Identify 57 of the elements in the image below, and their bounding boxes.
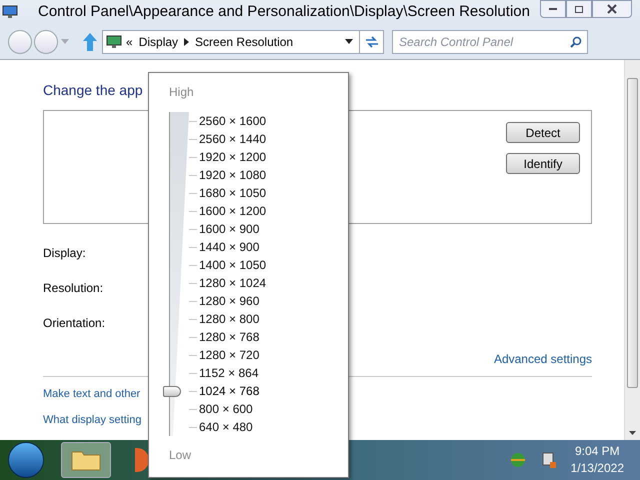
resolution-option[interactable]: 1280 × 768 [199,328,260,346]
close-icon [607,4,617,14]
back-button[interactable] [8,30,32,54]
scroll-down-arrow-icon[interactable] [629,431,636,435]
page-heading: Change the app [43,81,143,100]
scrollbar[interactable] [624,60,640,440]
low-label: Low [169,447,192,464]
monitor-icon [106,34,122,48]
help-link[interactable]: What display setting [43,412,142,428]
start-button[interactable] [8,442,44,478]
folder-icon [71,449,101,471]
scrollbar-thumb[interactable] [627,78,638,388]
close-button[interactable] [592,0,632,18]
breadcrumb-arrow-icon[interactable] [184,38,190,46]
breadcrumb[interactable]: Screen Resolution [195,32,294,50]
breadcrumb[interactable]: Display [138,32,178,50]
resolution-option[interactable]: 1920 × 1200 [199,148,266,166]
taskbar-time[interactable]: 9:04 PM [574,443,620,460]
window-title: Control Panel\Appearance and Personalization\Display\Screen Resolution [38,2,530,22]
taskbar-date[interactable]: 1/13/2022 [570,460,624,477]
dropdown-arrow-icon[interactable] [345,39,353,44]
resolution-option[interactable]: 1280 × 1024 [199,274,266,292]
address-bar[interactable]: « Display Screen Resolution [102,30,384,54]
panel-button[interactable]: Identify [506,153,580,174]
resolution-option[interactable]: 1280 × 960 [199,292,260,310]
setting-label: Display: [43,245,86,259]
file-explorer-taskbar-button[interactable] [61,442,111,478]
up-arrow-icon[interactable] [83,32,97,50]
resolution-option[interactable]: 800 × 600 [199,400,253,418]
panel-button[interactable]: Detect [506,122,580,143]
resolution-option[interactable]: 640 × 480 [199,418,253,436]
monitor-icon [2,5,18,19]
resolution-option[interactable]: 2560 × 1440 [199,130,266,148]
resolution-option[interactable]: 2560 × 1600 [199,112,266,130]
overflow-chevron[interactable]: « [126,32,133,50]
search-field[interactable]: Search Control Panel [392,30,588,54]
resolution-option[interactable]: 1600 × 900 [199,220,260,238]
resolution-option[interactable]: 1280 × 800 [199,310,260,328]
resolution-option[interactable]: 1920 × 1080 [199,166,266,184]
refresh-icon [364,36,378,48]
high-label: High [169,84,194,100]
advanced-settings-link[interactable]: Advanced settings [494,350,592,368]
resolution-option[interactable]: 1680 × 1050 [199,184,266,202]
minimize-button[interactable] [540,0,566,18]
resolution-option[interactable]: 1152 × 864 [199,364,259,382]
resolution-option[interactable]: 1440 × 900 [199,238,260,256]
forward-button[interactable] [34,30,58,54]
resolution-option[interactable]: 1400 × 1050 [199,256,266,274]
setting-label: Resolution: [43,280,104,294]
resolution-option[interactable]: 1280 × 720 [199,346,260,364]
search-icon [570,36,582,48]
slider-thumb[interactable] [163,386,181,397]
help-link[interactable]: Make text and other [43,386,140,402]
resolution-option[interactable]: 1024 × 768 [199,382,260,400]
restore-button[interactable] [566,0,592,18]
resolution-option[interactable]: 1600 × 1200 [199,202,266,220]
setting-label: Orientation: [43,315,106,329]
